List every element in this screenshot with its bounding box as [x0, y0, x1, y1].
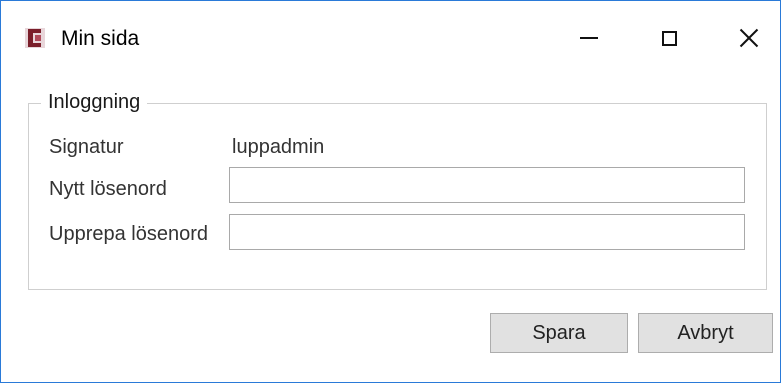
- minimize-icon: [580, 37, 598, 39]
- close-button[interactable]: [721, 15, 777, 61]
- new-password-label: Nytt lösenord: [49, 178, 167, 200]
- signature-value: luppadmin: [232, 136, 325, 158]
- repeat-password-input[interactable]: [229, 214, 745, 250]
- new-password-input[interactable]: [229, 167, 745, 203]
- maximize-button[interactable]: [641, 15, 697, 61]
- window-title: Min sida: [61, 27, 140, 50]
- maximize-icon: [661, 30, 677, 46]
- cancel-button[interactable]: Avbryt: [638, 313, 773, 353]
- save-button[interactable]: Spara: [490, 313, 628, 353]
- login-group-legend: Inloggning: [41, 89, 148, 115]
- min-sida-window: Min sida Inloggning Signatur luppadmin N…: [0, 0, 781, 383]
- signature-label: Signatur: [49, 136, 124, 158]
- close-icon: [739, 28, 759, 48]
- app-icon: [24, 26, 46, 50]
- repeat-password-label: Upprepa lösenord: [49, 223, 208, 245]
- title-bar[interactable]: Min sida: [1, 1, 780, 77]
- minimize-button[interactable]: [561, 15, 617, 61]
